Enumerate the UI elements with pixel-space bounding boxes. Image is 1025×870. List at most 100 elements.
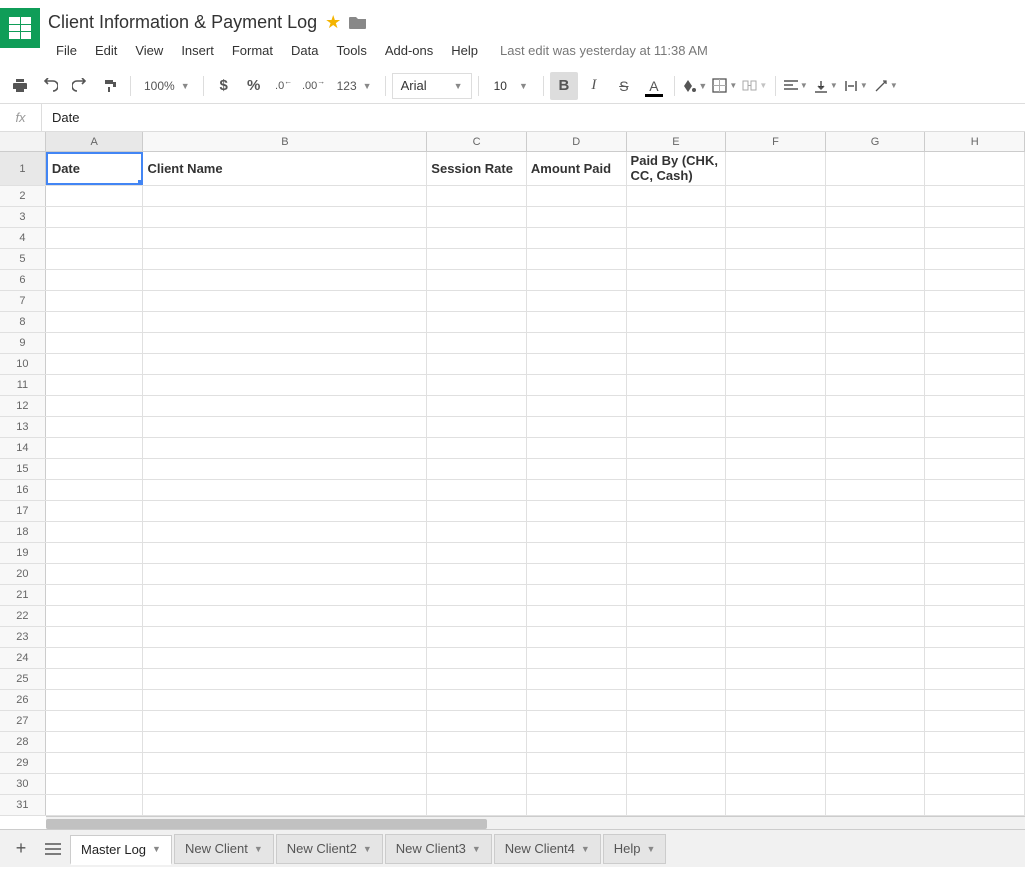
cell-G22[interactable] [826,606,926,626]
cell-H19[interactable] [925,543,1025,563]
cell-H6[interactable] [925,270,1025,290]
cell-D22[interactable] [527,606,627,626]
cell-D10[interactable] [527,354,627,374]
cell-B16[interactable] [143,480,427,500]
cell-H9[interactable] [925,333,1025,353]
row-header-8[interactable]: 8 [0,312,46,332]
cell-E19[interactable] [627,543,727,563]
cell-D8[interactable] [527,312,627,332]
cell-G17[interactable] [826,501,926,521]
cell-A30[interactable] [46,774,144,794]
cell-C2[interactable] [427,186,527,206]
cell-G5[interactable] [826,249,926,269]
more-formats-button[interactable]: 123 ▼ [330,72,379,100]
cell-C23[interactable] [427,627,527,647]
cell-E3[interactable] [627,207,727,227]
cell-A19[interactable] [46,543,144,563]
cell-G8[interactable] [826,312,926,332]
cell-B18[interactable] [143,522,427,542]
cell-F15[interactable] [726,459,826,479]
cell-D23[interactable] [527,627,627,647]
cell-D12[interactable] [527,396,627,416]
cell-A28[interactable] [46,732,144,752]
cell-E27[interactable] [627,711,727,731]
horizontal-scrollbar[interactable] [46,816,1025,829]
column-header-D[interactable]: D [527,132,627,151]
cell-F12[interactable] [726,396,826,416]
cell-H20[interactable] [925,564,1025,584]
cell-D20[interactable] [527,564,627,584]
column-header-A[interactable]: A [46,132,144,151]
cell-C27[interactable] [427,711,527,731]
cell-D13[interactable] [527,417,627,437]
row-header-20[interactable]: 20 [0,564,46,584]
cell-E14[interactable] [627,438,727,458]
cell-D2[interactable] [527,186,627,206]
doc-title[interactable]: Client Information & Payment Log [48,12,317,33]
cell-F25[interactable] [726,669,826,689]
cell-A6[interactable] [46,270,144,290]
cell-H29[interactable] [925,753,1025,773]
cell-B26[interactable] [143,690,427,710]
cell-E9[interactable] [627,333,727,353]
cell-G13[interactable] [826,417,926,437]
cell-A10[interactable] [46,354,144,374]
sheet-tab-master-log[interactable]: Master Log▼ [70,835,172,865]
cell-C19[interactable] [427,543,527,563]
cell-D11[interactable] [527,375,627,395]
row-header-9[interactable]: 9 [0,333,46,353]
fill-color-button[interactable]: ▼ [681,72,709,100]
menu-edit[interactable]: Edit [87,39,125,62]
cell-C20[interactable] [427,564,527,584]
cell-F17[interactable] [726,501,826,521]
chevron-down-icon[interactable]: ▼ [152,844,161,854]
cell-A2[interactable] [46,186,144,206]
cell-E28[interactable] [627,732,727,752]
cell-D27[interactable] [527,711,627,731]
format-currency-button[interactable]: $ [210,72,238,100]
row-header-17[interactable]: 17 [0,501,46,521]
cell-E12[interactable] [627,396,727,416]
zoom-select[interactable]: 100% ▼ [137,72,197,100]
cell-B30[interactable] [143,774,427,794]
fx-label[interactable]: fx [0,104,42,131]
cell-H25[interactable] [925,669,1025,689]
sheet-tab-new-client4[interactable]: New Client4▼ [494,834,601,864]
cell-H17[interactable] [925,501,1025,521]
cell-A22[interactable] [46,606,144,626]
cell-G20[interactable] [826,564,926,584]
cell-E21[interactable] [627,585,727,605]
row-header-18[interactable]: 18 [0,522,46,542]
cell-A18[interactable] [46,522,144,542]
cell-G7[interactable] [826,291,926,311]
strikethrough-button[interactable]: S [610,72,638,100]
cell-F23[interactable] [726,627,826,647]
cell-C11[interactable] [427,375,527,395]
cell-C5[interactable] [427,249,527,269]
cell-G19[interactable] [826,543,926,563]
cell-B22[interactable] [143,606,427,626]
cell-E2[interactable] [627,186,727,206]
cell-E6[interactable] [627,270,727,290]
row-header-7[interactable]: 7 [0,291,46,311]
folder-icon[interactable] [349,15,367,29]
cell-A11[interactable] [46,375,144,395]
cell-G31[interactable] [826,795,926,815]
cell-F14[interactable] [726,438,826,458]
cell-A24[interactable] [46,648,144,668]
menu-view[interactable]: View [127,39,171,62]
cell-G10[interactable] [826,354,926,374]
cell-A29[interactable] [46,753,144,773]
cell-F2[interactable] [726,186,826,206]
cell-B17[interactable] [143,501,427,521]
cell-A7[interactable] [46,291,144,311]
cell-F11[interactable] [726,375,826,395]
cell-B13[interactable] [143,417,427,437]
merge-cells-button[interactable]: ▼ [741,72,769,100]
cell-B12[interactable] [143,396,427,416]
cell-G29[interactable] [826,753,926,773]
cell-C9[interactable] [427,333,527,353]
cell-F21[interactable] [726,585,826,605]
cell-D15[interactable] [527,459,627,479]
cell-F9[interactable] [726,333,826,353]
